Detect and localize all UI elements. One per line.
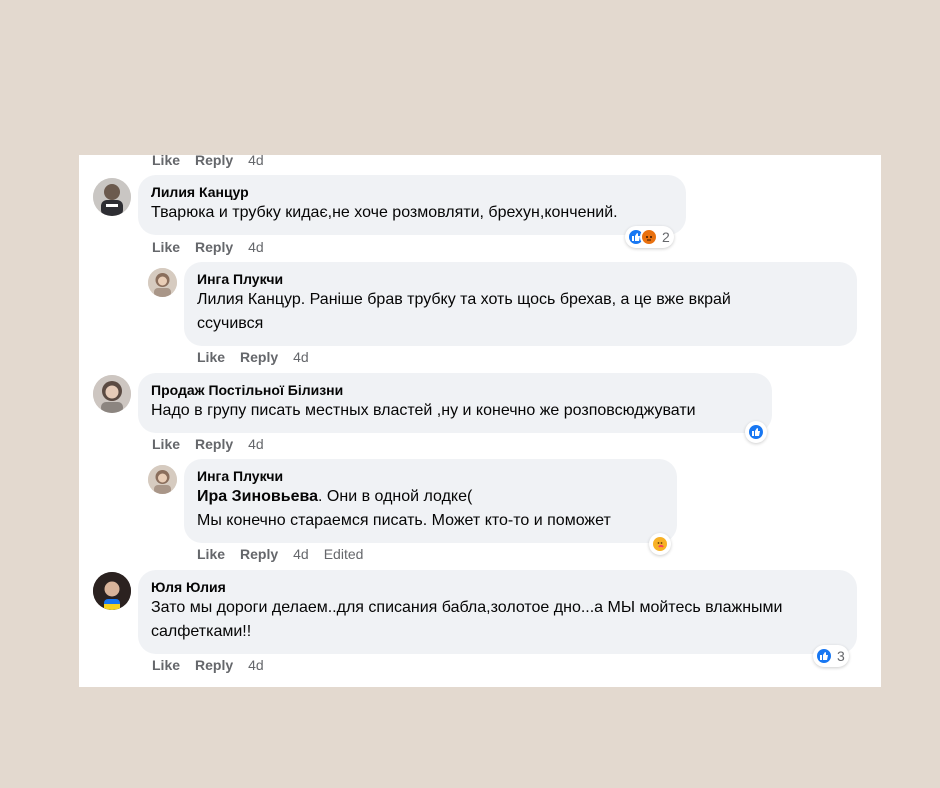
comment-author[interactable]: Инга Плукчи (197, 270, 844, 288)
like-icon (815, 647, 833, 665)
reply-button[interactable]: Reply (195, 657, 233, 673)
comment-text: Тварюка и трубку кидає,не хоче розмовлят… (151, 204, 618, 221)
like-button[interactable]: Like (152, 436, 180, 452)
comment-bubble: Лилия Канцур Тварюка и трубку кидає,не х… (138, 175, 686, 235)
reactions-summary[interactable]: 3 (813, 645, 849, 667)
angry-icon (640, 228, 658, 246)
comment-actions: Like Reply 4d (152, 657, 279, 673)
comment-text: Зато мы дороги делаем..для списания бабл… (151, 599, 783, 616)
timestamp[interactable]: 4d (248, 436, 264, 452)
comment-bubble: Инга Плукчи Ира Зиновьева. Они в одной л… (184, 459, 677, 543)
like-button[interactable]: Like (197, 349, 225, 365)
avatar-image (93, 572, 131, 610)
avatar[interactable] (93, 375, 131, 413)
comment-actions: Like Reply 4d (152, 155, 279, 168)
like-button[interactable]: Like (152, 657, 180, 673)
reaction-count: 3 (837, 648, 845, 664)
comment-bubble: Инга Плукчи Лилия Канцур. Раніше брав тр… (184, 262, 857, 346)
comment-author[interactable]: Лилия Канцур (151, 183, 673, 201)
reaction-count: 2 (662, 229, 670, 245)
comment-actions: Like Reply 4d (152, 436, 279, 452)
comment-actions: Like Reply 4d (152, 239, 279, 255)
reactions-summary[interactable] (649, 533, 671, 555)
comment-author[interactable]: Инга Плукчи (197, 467, 664, 485)
timestamp[interactable]: 4d (293, 546, 309, 562)
avatar[interactable] (93, 178, 131, 216)
comment-text-rest: . Они в одной лодке( (318, 488, 473, 505)
like-button[interactable]: Like (197, 546, 225, 562)
reply-button[interactable]: Reply (240, 349, 278, 365)
reactions-summary[interactable]: 2 (625, 226, 674, 248)
timestamp[interactable]: 4d (248, 155, 264, 168)
timestamp[interactable]: 4d (293, 349, 309, 365)
avatar-image (93, 178, 131, 216)
comments-card: Like Reply 4d Лилия Канцур Тварюка и трубк… (79, 155, 881, 687)
avatar[interactable] (93, 572, 131, 610)
comment-text: Лилия Канцур. Раніше брав трубку та хоть… (197, 291, 731, 308)
comment-actions: Like Reply 4d Edited (197, 546, 378, 562)
avatar-image (93, 375, 131, 413)
avatar-image (148, 268, 177, 297)
comment-text: Ира Зиновьева. Они в одной лодке( (197, 485, 664, 509)
reactions-summary[interactable] (745, 421, 767, 443)
like-icon (747, 423, 765, 441)
comment-bubble: Продаж Постільної Білизни Надо в групу п… (138, 373, 772, 433)
comment-author[interactable]: Продаж Постільної Білизни (151, 381, 759, 399)
reply-button[interactable]: Reply (195, 436, 233, 452)
avatar-image (148, 465, 177, 494)
comment-bubble: Юля Юлия Зато мы дороги делаем..для спис… (138, 570, 857, 654)
avatar[interactable] (148, 465, 177, 494)
timestamp[interactable]: 4d (248, 239, 264, 255)
avatar[interactable] (148, 268, 177, 297)
timestamp[interactable]: 4d (248, 657, 264, 673)
edited-label[interactable]: Edited (324, 546, 364, 562)
reply-button[interactable]: Reply (195, 155, 233, 168)
comment-text: ссучився (197, 315, 264, 332)
comment-text: салфетками!! (151, 623, 252, 640)
comment-text: Надо в групу писать местных властей ,ну … (151, 402, 696, 419)
reply-button[interactable]: Reply (195, 239, 233, 255)
reply-button[interactable]: Reply (240, 546, 278, 562)
care-icon (651, 535, 669, 553)
like-button[interactable]: Like (152, 155, 180, 168)
like-button[interactable]: Like (152, 239, 180, 255)
comment-text: Мы конечно стараемся писать. Может кто-т… (197, 512, 611, 529)
comment-actions: Like Reply 4d (197, 349, 324, 365)
comment-author[interactable]: Юля Юлия (151, 578, 844, 596)
mention-link[interactable]: Ира Зиновьева (197, 488, 318, 505)
